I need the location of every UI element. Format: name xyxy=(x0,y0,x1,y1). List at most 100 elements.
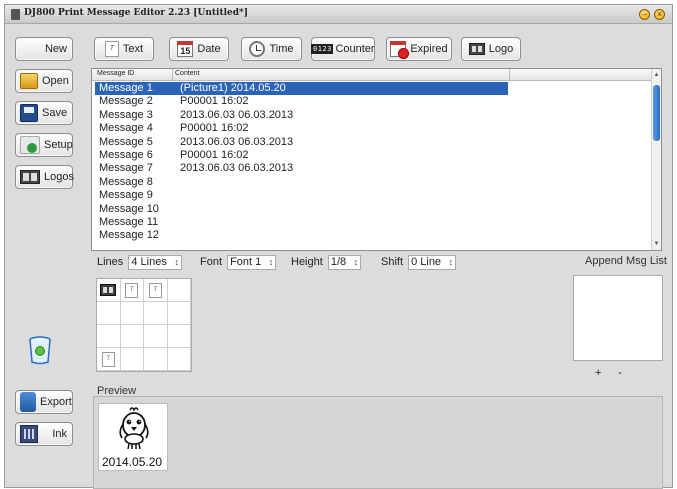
message-content-cell: P00001 16:02 xyxy=(180,95,249,108)
shift-setting: Shift 0 Line xyxy=(381,255,457,270)
remove-append-button[interactable]: - xyxy=(618,367,622,379)
table-row[interactable]: Message 4 P00001 16:02 xyxy=(92,122,652,135)
insert-counter-button[interactable]: 0123 Counter xyxy=(311,37,375,61)
grid-cell[interactable] xyxy=(167,348,191,371)
table-row[interactable]: Message 10 xyxy=(92,203,652,216)
font-spinner[interactable]: Font 1 xyxy=(227,255,277,270)
text-icon: T xyxy=(104,41,119,57)
logo-element-icon[interactable] xyxy=(100,284,117,296)
insert-expired-button[interactable]: Expired xyxy=(386,37,452,61)
table-row[interactable]: Message 3 2013.06.03 06.03.2013 xyxy=(92,109,652,122)
logos-button-label: Logos xyxy=(44,171,74,183)
text-element-icon[interactable]: T xyxy=(101,351,115,367)
column-header-message-id[interactable]: Message ID xyxy=(97,70,134,77)
insert-time-button[interactable]: Time xyxy=(241,37,302,61)
table-row[interactable]: Message 7 2013.06.03 06.03.2013 xyxy=(92,162,652,175)
text-element-icon[interactable]: T xyxy=(125,282,139,298)
grid-cell[interactable]: T xyxy=(144,279,168,302)
message-layout-grid[interactable]: T T T xyxy=(96,278,192,372)
grid-cell[interactable] xyxy=(97,279,121,302)
preview-date-text: 2014.05.20 xyxy=(102,455,163,469)
message-id-cell: Message 12 xyxy=(99,229,159,242)
message-content-cell: P00001 16:02 xyxy=(180,148,249,161)
scroll-thumb[interactable] xyxy=(653,85,660,141)
font-setting: Font Font 1 xyxy=(200,255,277,270)
grid-cell[interactable] xyxy=(97,302,121,325)
height-spinner[interactable]: 1/8 xyxy=(327,255,362,270)
append-msg-list[interactable] xyxy=(573,275,663,361)
message-id-cell: Message 11 xyxy=(99,215,159,228)
message-id-cell: Message 1 xyxy=(99,82,153,94)
message-id-cell: Message 4 xyxy=(99,122,153,135)
recycle-bin-icon[interactable] xyxy=(28,335,52,365)
message-content-cell: 2013.06.03 06.03.2013 xyxy=(180,108,294,121)
message-table[interactable]: Message ID Content Message 1 (Picture1) 2… xyxy=(91,68,662,251)
grid-cell[interactable] xyxy=(120,325,144,348)
grid-cell[interactable] xyxy=(167,302,191,325)
message-content-cell: 2013.06.03 06.03.2013 xyxy=(180,135,294,148)
bird-logo-icon xyxy=(119,407,149,450)
table-row[interactable]: Message 2 P00001 16:02 xyxy=(92,95,652,108)
lines-spinner[interactable]: 4 Lines xyxy=(128,255,182,270)
table-row[interactable]: Message 11 xyxy=(92,216,652,229)
window-title: DJ800 Print Message Editor 2.23 [Untitle… xyxy=(24,8,248,18)
calendar-icon: 15 xyxy=(177,41,194,57)
message-content-cell: 2013.06.03 06.03.2013 xyxy=(180,162,294,175)
grid-cell[interactable]: T xyxy=(120,279,144,302)
message-id-cell: Message 10 xyxy=(99,202,159,215)
minimize-button[interactable]: – xyxy=(639,9,650,20)
message-id-cell: Message 6 xyxy=(99,148,153,161)
new-button-label: New xyxy=(44,43,67,55)
insert-text-button[interactable]: T Text xyxy=(94,37,154,61)
logos-button[interactable]: Logos xyxy=(15,165,74,189)
table-row[interactable]: Message 1 (Picture1) 2014.05.20 xyxy=(92,82,652,96)
close-button[interactable]: × xyxy=(654,9,665,20)
table-row[interactable]: Message 12 xyxy=(92,229,652,242)
grid-cell[interactable] xyxy=(144,325,168,348)
message-id-cell: Message 9 xyxy=(99,189,153,202)
insert-counter-label: Counter xyxy=(335,43,375,55)
grid-cell[interactable]: T xyxy=(97,348,121,371)
height-label: Height xyxy=(291,256,323,268)
grid-cell[interactable] xyxy=(144,302,168,325)
new-button[interactable]: New xyxy=(15,37,73,61)
table-row[interactable]: Message 6 P00001 16:02 xyxy=(92,149,652,162)
add-append-button[interactable]: + xyxy=(595,367,601,379)
insert-logo-button[interactable]: Logo xyxy=(461,37,521,61)
table-row[interactable]: Message 5 2013.06.03 06.03.2013 xyxy=(92,136,652,149)
message-id-cell: Message 5 xyxy=(99,135,153,148)
preview-panel: 2014.05.20 xyxy=(93,396,663,489)
export-button[interactable]: Export xyxy=(15,390,73,414)
font-label: Font xyxy=(200,256,223,268)
message-content-cell: (Picture1) 2014.05.20 xyxy=(180,82,286,94)
height-setting: Height 1/8 xyxy=(291,255,362,270)
open-button[interactable]: Open xyxy=(15,69,73,93)
column-header-content[interactable]: Content xyxy=(175,70,200,77)
shift-spinner[interactable]: 0 Line xyxy=(408,255,457,270)
grid-cell[interactable] xyxy=(120,348,144,371)
title-bar[interactable]: DJ800 Print Message Editor 2.23 [Untitle… xyxy=(5,5,672,24)
text-element-icon[interactable]: T xyxy=(148,282,162,298)
grid-cell[interactable] xyxy=(144,348,168,371)
grid-cell[interactable] xyxy=(120,302,144,325)
folder-icon xyxy=(20,73,38,89)
grid-cell[interactable] xyxy=(97,325,121,348)
save-button[interactable]: Save xyxy=(15,101,73,125)
table-row[interactable]: Message 8 xyxy=(92,176,652,189)
table-row[interactable]: Message 9 xyxy=(92,189,652,202)
ink-button[interactable]: Ink xyxy=(15,422,73,446)
scroll-up-arrow-icon[interactable]: ▲ xyxy=(652,71,661,79)
table-header: Message ID Content xyxy=(92,69,652,81)
message-id-cell: Message 8 xyxy=(99,175,153,188)
floppy-disk-icon xyxy=(20,104,38,122)
preview-card: 2014.05.20 xyxy=(98,403,168,471)
insert-text-label: Text xyxy=(122,43,144,55)
insert-date-button[interactable]: 15 Date xyxy=(169,37,229,61)
shift-label: Shift xyxy=(381,256,404,268)
table-scrollbar[interactable]: ▲ ▼ xyxy=(651,69,661,250)
ink-button-label: Ink xyxy=(52,428,67,440)
scroll-down-arrow-icon[interactable]: ▼ xyxy=(652,240,661,248)
grid-cell[interactable] xyxy=(167,325,191,348)
setup-button[interactable]: Setup xyxy=(15,133,73,157)
grid-cell[interactable] xyxy=(167,279,191,302)
